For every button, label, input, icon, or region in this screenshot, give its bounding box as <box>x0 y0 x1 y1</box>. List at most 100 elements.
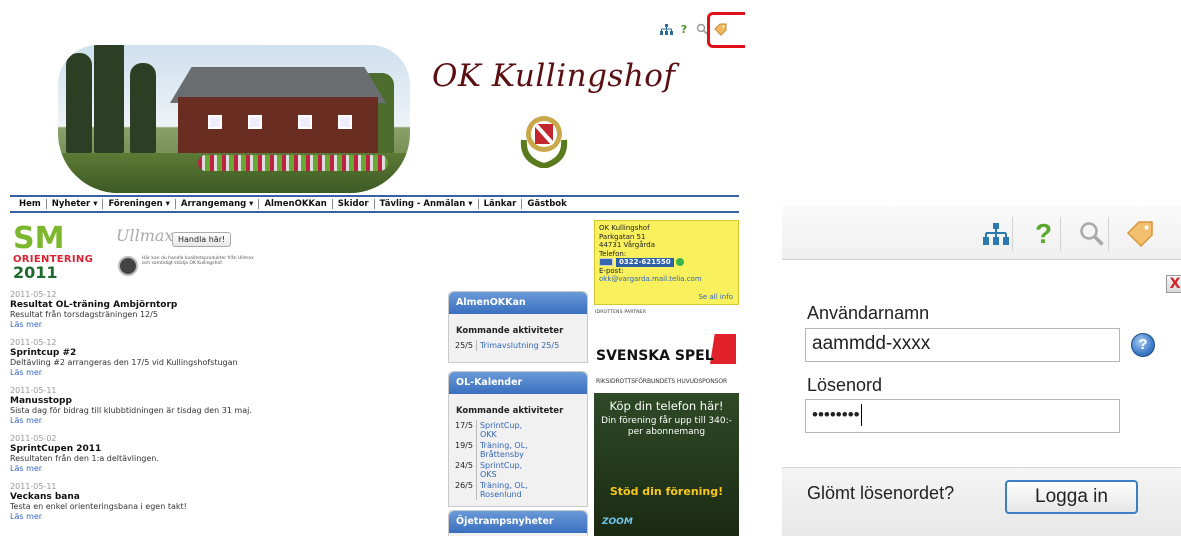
ad-headline: Köp din telefon här! <box>609 399 724 413</box>
news-item: 2011-05-12 Sprintcup #2 Deltävling #2 ar… <box>10 338 430 378</box>
read-more-link[interactable]: Läs mer <box>10 416 430 426</box>
see-all-info-link[interactable]: Se all info <box>698 293 733 302</box>
news-date: 2011-05-12 <box>10 338 57 347</box>
news-date: 2011-05-12 <box>10 290 57 299</box>
svenska-spel-banner[interactable]: SVENSKA SPEL RIKSIDROTTSFÖRBUNDETS HUVUD… <box>596 334 738 390</box>
club-seal-icon <box>118 256 138 276</box>
news-item: 2011-05-12 Resultat OL-träning Ambjörnto… <box>10 290 430 330</box>
activity-link[interactable]: Trimavslutning 25/5 <box>475 340 563 351</box>
ol-kalender-header[interactable]: OL-Kalender <box>449 372 587 394</box>
news-list: 2011-05-12 Resultat OL-träning Ambjörnto… <box>10 290 430 530</box>
news-date: 2011-05-02 <box>10 434 57 443</box>
contact-email[interactable]: okk@vargarda.mail.telia.com <box>599 275 734 284</box>
news-text: Resultat från torsdagsträningen 12/5 <box>10 310 158 319</box>
nav-item-lankar[interactable]: Länkar <box>479 199 523 209</box>
sitemap-icon[interactable] <box>979 217 1013 251</box>
news-item: 2011-05-02 SprintCupen 2011 Resultaten f… <box>10 434 430 474</box>
ol-kalender-subheader: Kommande aktiviteter <box>456 406 564 416</box>
contact-phone[interactable]: 0322-621550 <box>616 258 674 267</box>
ad-cta: Stöd din förening! <box>609 485 724 498</box>
nav-item-skidor[interactable]: Skidor <box>333 199 375 209</box>
svenska-spel-sub: RIKSIDROTTSFÖRBUNDETS HUVUDSPONSOR <box>596 378 728 385</box>
table-row: 24/5 SprintCup, OKS <box>455 460 535 480</box>
ullmax-banner: Ullmax Handla här! Här kan du handla kva… <box>116 226 256 286</box>
contact-box: OK Kullingshof Parkgatan 51 44731 Vårgår… <box>594 220 739 305</box>
nav-item-arrangemang[interactable]: Arrangemang ▾ <box>176 199 260 209</box>
nav-item-almenokkan[interactable]: AlmenOKKan <box>259 199 333 209</box>
news-text: Sista dag för bidrag till klubbtidningen… <box>10 406 252 415</box>
help-icon[interactable]: ? <box>1027 217 1061 251</box>
news-date: 2011-05-11 <box>10 482 57 491</box>
nav-item-gastbok[interactable]: Gästbok <box>522 199 571 209</box>
ol-kalender-box: OL-Kalender Kommande aktiviteter 17/5 Sp… <box>448 371 588 507</box>
read-more-link[interactable]: Läs mer <box>10 320 430 330</box>
main-nav: Hem Nyheter ▾ Föreningen ▾ Arrangemang ▾… <box>10 195 739 213</box>
login-toolbar: ? <box>782 205 1181 260</box>
close-button[interactable]: X <box>1166 275 1181 293</box>
nav-item-nyheter[interactable]: Nyheter ▾ <box>47 199 104 209</box>
username-help-icon[interactable]: ? <box>1131 333 1155 357</box>
svenska-spel-name: SVENSKA SPEL <box>596 348 714 364</box>
phone-ad-banner[interactable]: Köp din telefon här! Din förening får up… <box>594 393 739 536</box>
forgot-password-link[interactable]: Glömt lösenordet? <box>807 483 954 504</box>
table-row: 17/5 SprintCup, OKK <box>455 420 535 440</box>
activity-date: 26/5 <box>455 481 473 490</box>
password-input[interactable]: •••••••• <box>805 399 1120 433</box>
almenokkan-box: AlmenOKKan Kommande aktiviteter 25/5 Tri… <box>448 291 588 363</box>
activity-date: 19/5 <box>455 441 473 450</box>
sm-orientering-banner[interactable]: SM ORIENTERING 2011 <box>13 224 108 286</box>
news-title[interactable]: Manusstopp <box>10 396 430 406</box>
read-more-link[interactable]: Läs mer <box>10 368 430 378</box>
contact-email-label: E-post: <box>599 266 624 275</box>
ojetramp-box: Öjetrampsnyheter <box>448 510 588 536</box>
ojetramp-header[interactable]: Öjetrampsnyheter <box>449 511 587 533</box>
handla-button[interactable]: Handla här! <box>172 232 232 247</box>
club-logo <box>520 116 568 168</box>
username-input[interactable]: aammdd-xxxx <box>805 328 1120 362</box>
activity-date: 17/5 <box>455 421 473 430</box>
activity-link[interactable]: SprintCup, OKK <box>475 420 535 440</box>
read-more-link[interactable]: Läs mer <box>10 464 430 474</box>
sm-logo-year: 2011 <box>13 263 58 282</box>
almenokkan-header[interactable]: AlmenOKKan <box>449 292 587 314</box>
news-item: 2011-05-11 Manusstopp Sista dag för bidr… <box>10 386 430 426</box>
almenokkan-subheader: Kommande aktiviteter <box>456 326 564 336</box>
login-button[interactable]: Logga in <box>1005 480 1138 514</box>
ad-text: Din förening får upp till 340:- per abon… <box>601 416 732 437</box>
activity-link[interactable]: Träning, OL, Bråttensby <box>475 440 535 460</box>
highlight-box <box>707 12 745 48</box>
search-icon[interactable] <box>1075 217 1109 251</box>
phone-call-icon[interactable] <box>675 258 684 266</box>
activity-link[interactable]: Träning, OL, Rosenlund <box>475 480 535 500</box>
news-title[interactable]: SprintCupen 2011 <box>10 444 430 454</box>
read-more-link[interactable]: Läs mer <box>10 512 430 522</box>
news-text: Testa en enkel orienteringsbana i egen t… <box>10 502 187 511</box>
contact-name: OK Kullingshof <box>599 224 650 232</box>
login-tag-icon[interactable] <box>1123 217 1157 251</box>
contact-phone-label: Telefon: <box>599 249 627 258</box>
news-date: 2011-05-11 <box>10 386 57 395</box>
news-title[interactable]: Sprintcup #2 <box>10 348 430 358</box>
login-panel-zoom: ? X Användarnamn aammdd-xxxx ? Lösenord … <box>782 205 1181 536</box>
text-caret <box>860 404 863 426</box>
help-icon[interactable]: ? <box>677 22 691 36</box>
table-row: 25/5 Trimavslutning 25/5 <box>455 340 563 351</box>
ol-kalender-table: 17/5 SprintCup, OKK 19/5 Träning, OL, Br… <box>455 420 535 500</box>
news-item: 2011-05-11 Veckans bana Testa en enkel o… <box>10 482 430 522</box>
sitemap-icon[interactable] <box>659 22 673 36</box>
news-title[interactable]: Resultat OL-träning Ambjörntorp <box>10 300 430 310</box>
nav-item-tavling[interactable]: Tävling - Anmälan ▾ <box>375 199 479 209</box>
ad-logo: ZOOM <box>602 517 633 527</box>
site-title: OK Kullingshof <box>432 58 676 94</box>
website-screenshot: ? OK Kullingshof Hem Nyheter ▾ Föreninge… <box>0 0 745 536</box>
news-title[interactable]: Veckans bana <box>10 492 430 502</box>
nav-item-hem[interactable]: Hem <box>14 199 47 209</box>
sponsor-label: IDROTTENS PARTNER <box>595 310 647 315</box>
nav-item-foreningen[interactable]: Föreningen ▾ <box>103 199 176 209</box>
activity-link[interactable]: SprintCup, OKS <box>475 460 535 480</box>
username-label: Användarnamn <box>807 303 930 323</box>
news-text: Deltävling #2 arrangeras den 17/5 vid Ku… <box>10 358 238 367</box>
almenokkan-table: 25/5 Trimavslutning 25/5 <box>455 340 563 351</box>
table-row: 26/5 Träning, OL, Rosenlund <box>455 480 535 500</box>
activity-date: 24/5 <box>455 461 473 470</box>
